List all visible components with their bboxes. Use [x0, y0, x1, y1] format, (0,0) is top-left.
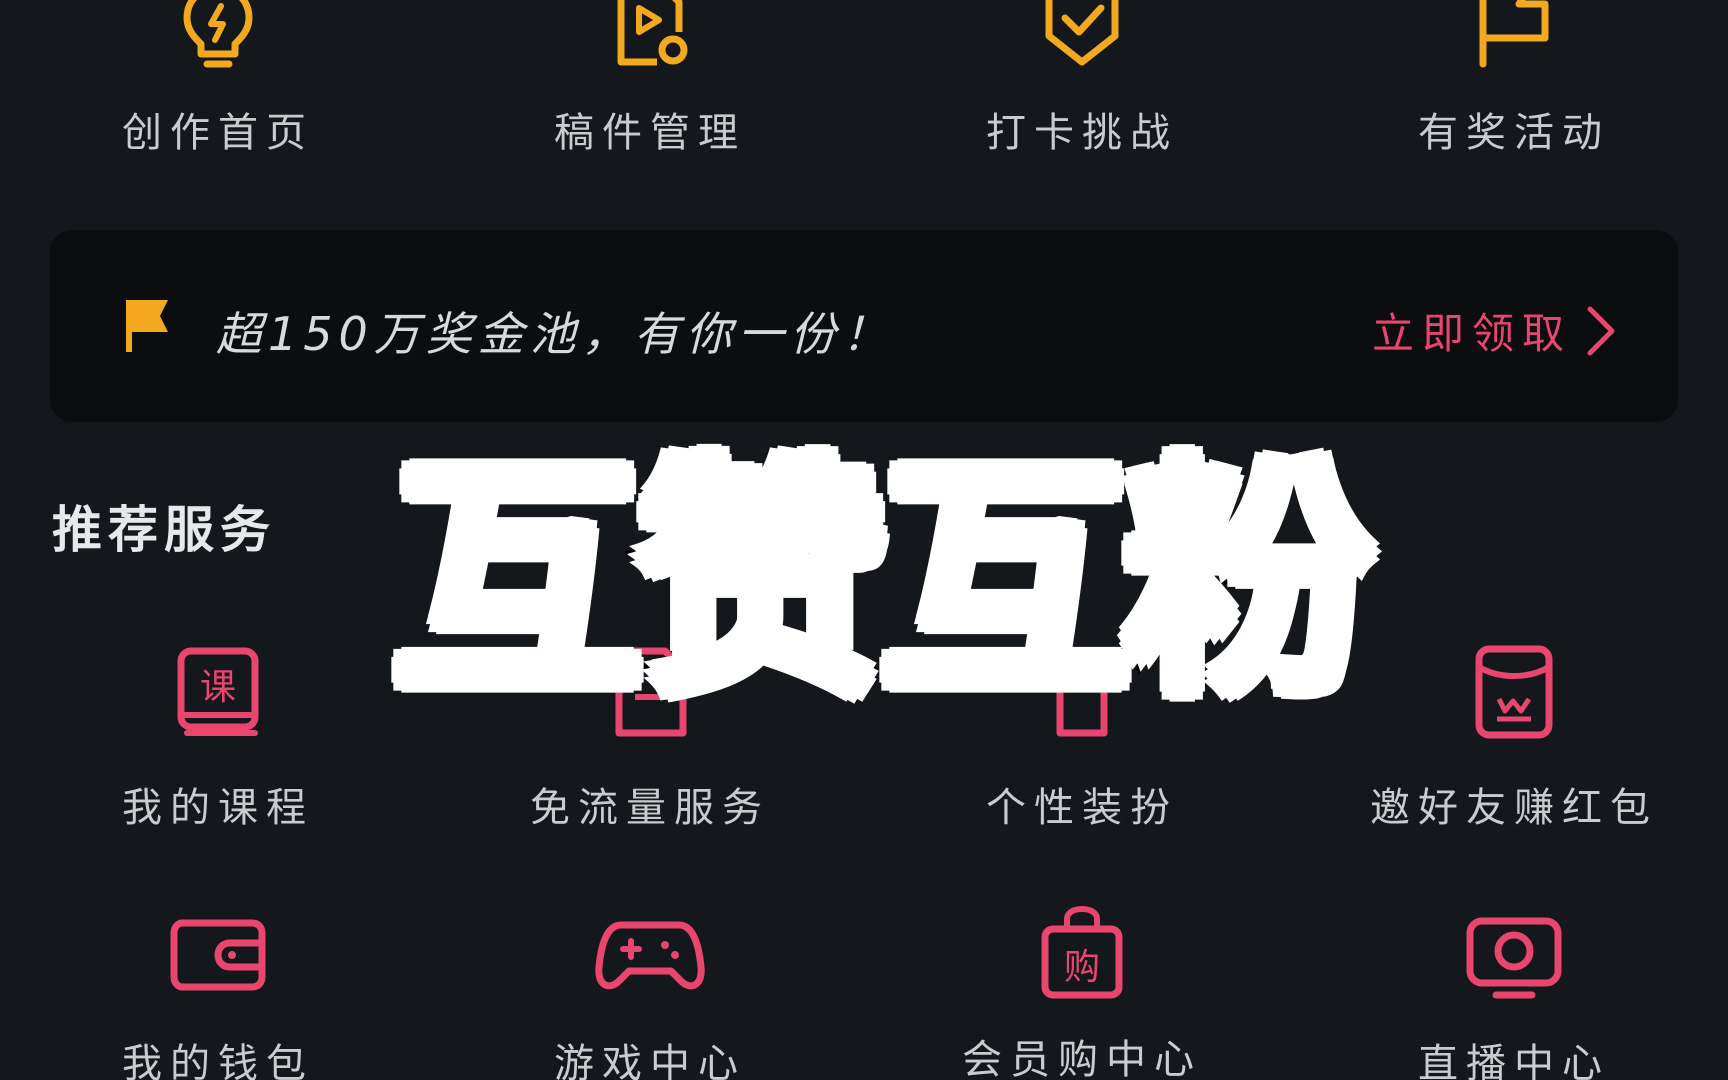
tool-label: 稿件管理 [554, 110, 746, 156]
service-label: 邀好友赚红包 [1370, 785, 1658, 831]
creator-center-screen: 创作首页 稿件管理 打卡挑战 有奖活动 超150万奖金池，有你一份！ 立即领取 … [0, 0, 1728, 1080]
shopping-bag-icon: 购 [1041, 905, 1123, 999]
service-my-wallet[interactable]: 我的钱包 [68, 915, 368, 1080]
service-personal-dressup[interactable]: 个性装扮 [932, 645, 1232, 833]
service-game-center[interactable]: 游戏中心 [500, 915, 800, 1080]
service-label: 我的钱包 [122, 1041, 314, 1080]
banner-text: 超150万奖金池，有你一份！ [216, 307, 894, 361]
tool-prize-activity[interactable]: 有奖活动 [1364, 0, 1664, 158]
red-envelope-icon [1475, 645, 1553, 739]
service-label: 游戏中心 [554, 1041, 746, 1080]
service-invite-friends[interactable]: 邀好友赚红包 [1364, 645, 1664, 833]
wallet-icon [170, 919, 266, 991]
tool-label: 打卡挑战 [986, 110, 1178, 156]
gamepad-icon [595, 921, 705, 990]
tool-label: 创作首页 [122, 110, 314, 156]
flag-icon [1479, 0, 1549, 68]
service-label: 我的课程 [122, 785, 314, 831]
chevron-right-icon [1587, 306, 1615, 355]
live-tv-icon [1466, 917, 1562, 999]
overlay-headline: 互赞互粉 [386, 433, 1380, 727]
service-my-courses[interactable]: 课 我的课程 [68, 645, 368, 833]
service-vip-shop[interactable]: 购 会员购中心 [932, 905, 1232, 1080]
service-free-data[interactable]: 免流量服务 [500, 645, 800, 833]
tool-label: 有奖活动 [1418, 110, 1610, 156]
service-label: 个性装扮 [986, 785, 1178, 831]
tool-manuscript-manage[interactable]: 稿件管理 [500, 0, 800, 158]
creator-tools-row: 创作首页 稿件管理 打卡挑战 有奖活动 [0, 0, 1728, 160]
video-file-icon [617, 0, 688, 66]
shield-check-icon [1045, 0, 1119, 66]
tool-creation-home[interactable]: 创作首页 [68, 0, 368, 158]
prize-pool-banner[interactable]: 超150万奖金池，有你一份！ 立即领取 [50, 230, 1678, 422]
claim-now-label: 立即领取 [1371, 309, 1572, 358]
svg-text:课: 课 [200, 667, 236, 708]
lightbulb-icon [183, 0, 253, 68]
service-label: 免流量服务 [530, 785, 770, 831]
service-live-center[interactable]: 直播中心 [1364, 915, 1664, 1080]
service-label: 直播中心 [1418, 1041, 1610, 1080]
svg-text:购: 购 [1064, 947, 1100, 988]
tool-checkin-challenge[interactable]: 打卡挑战 [932, 0, 1232, 158]
sim-card-icon [615, 647, 687, 737]
flag-icon [126, 300, 168, 352]
section-title: 推荐服务 [52, 501, 276, 559]
shirt-icon [1036, 649, 1128, 737]
service-label: 会员购中心 [962, 1037, 1202, 1080]
claim-now-link[interactable]: 立即领取 [1372, 300, 1618, 361]
course-book-icon: 课 [177, 647, 259, 736]
